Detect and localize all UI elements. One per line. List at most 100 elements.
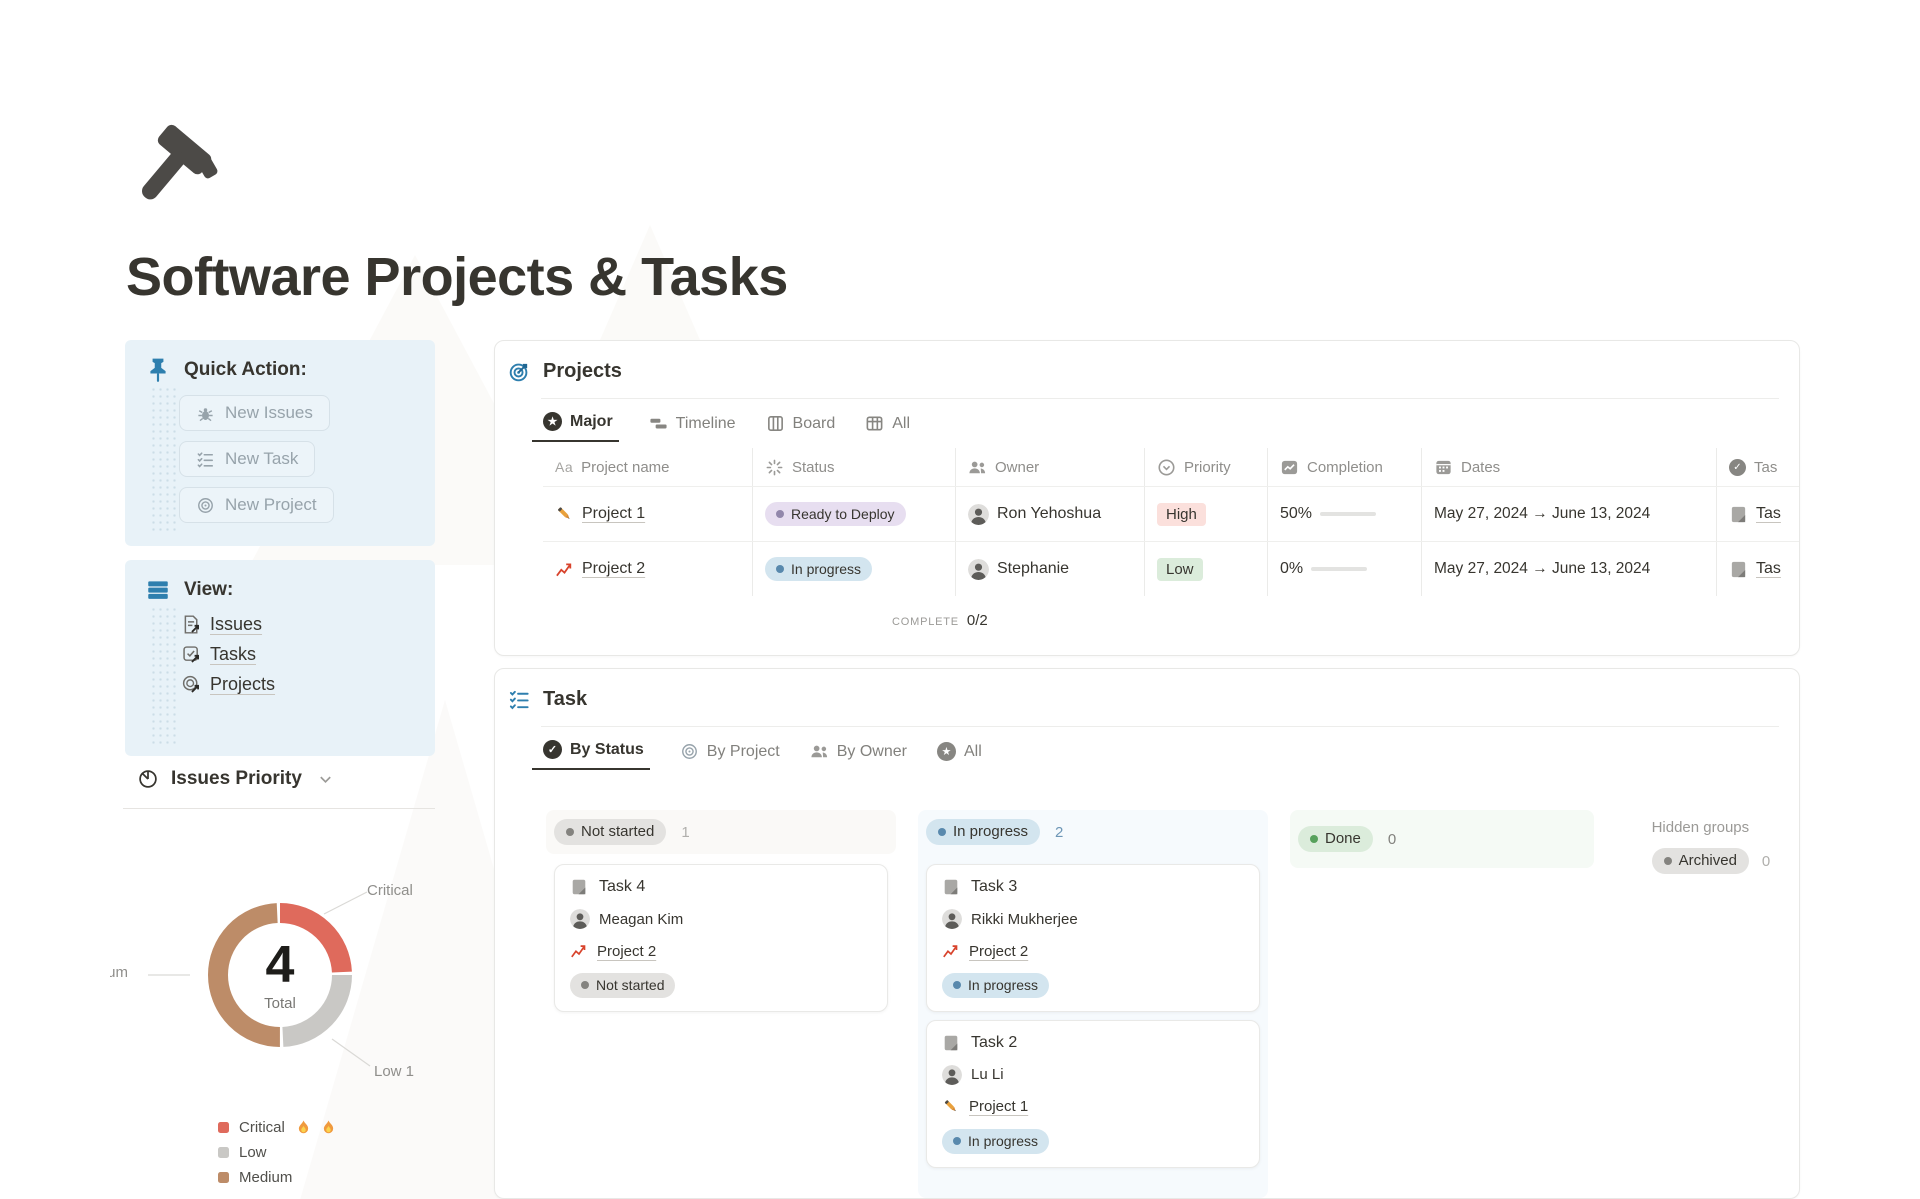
tab-by-project[interactable]: By Project xyxy=(680,742,780,770)
completion-cell: 0% xyxy=(1268,542,1422,596)
page-icon xyxy=(942,878,960,896)
project-name-cell[interactable]: Project 2 xyxy=(543,542,753,596)
status-badge: In progress xyxy=(942,973,1049,998)
divider xyxy=(541,726,1779,727)
chevron-down-icon[interactable] xyxy=(318,772,333,787)
tab-by-status[interactable]: ✓ By Status xyxy=(532,740,650,770)
progress-bar xyxy=(1320,512,1376,516)
task-link[interactable]: Tas xyxy=(1756,505,1781,523)
status-badge: Not started xyxy=(570,973,675,998)
sidebar-link-tasks[interactable]: Tasks xyxy=(181,644,256,665)
avatar xyxy=(968,559,989,580)
tab-all[interactable]: ★ All xyxy=(937,742,982,770)
sidebar-link-issues[interactable]: Issues xyxy=(181,614,262,635)
new-issues-button[interactable]: New Issues xyxy=(179,395,330,431)
pie-chart-icon xyxy=(137,768,159,790)
hammer-icon[interactable] xyxy=(124,118,220,214)
task-view-tabs: ✓ By Status By Project By Owner ★ All xyxy=(543,740,1779,770)
task-owner: Meagan Kim xyxy=(599,911,683,928)
projects-view-tabs: ★ Major Timeline Board All xyxy=(543,412,1779,442)
table-icon xyxy=(865,414,884,433)
owner-cell: Ron Yehoshua xyxy=(956,487,1145,541)
tasks-cell[interactable]: Tas xyxy=(1717,542,1800,596)
tab-board-label: Board xyxy=(793,415,836,433)
task-title: Task 4 xyxy=(599,878,645,896)
priority-cell: Low xyxy=(1145,542,1268,596)
group-badge[interactable]: Not started xyxy=(554,819,666,845)
new-issues-label: New Issues xyxy=(225,403,313,423)
dates-cell[interactable]: May 27, 2024 → June 13, 2024 xyxy=(1422,487,1717,541)
avatar xyxy=(942,1065,962,1085)
issues-priority-toggle[interactable]: Issues Priority xyxy=(137,768,333,790)
status-cell: Ready to Deploy xyxy=(753,487,956,541)
task-card-task3[interactable]: Task 3 Rikki Mukherjee Project 2 In prog… xyxy=(926,864,1260,1012)
tab-by-owner-label: By Owner xyxy=(837,743,907,761)
group-header-done[interactable]: Done 0 xyxy=(1290,810,1594,868)
new-task-button[interactable]: New Task xyxy=(179,441,315,477)
project-name-cell[interactable]: Project 1 xyxy=(543,487,753,541)
rollup-chart-icon xyxy=(1280,458,1299,477)
dates-cell[interactable]: May 27, 2024 → June 13, 2024 xyxy=(1422,542,1717,596)
task-project-link[interactable]: Project 2 xyxy=(597,943,656,960)
column-header-completion[interactable]: Completion xyxy=(1268,448,1422,486)
status-badge: In progress xyxy=(765,557,872,582)
fire-icon xyxy=(297,1120,310,1135)
tab-by-owner[interactable]: By Owner xyxy=(810,742,907,770)
owner-name: Stephanie xyxy=(997,560,1069,578)
priority-badge: Low xyxy=(1157,558,1203,581)
tasks-cell[interactable]: Tas xyxy=(1717,487,1800,541)
view-heading: View: xyxy=(184,579,233,601)
bug-icon xyxy=(196,404,215,423)
date-range: May 27, 2024 → June 13, 2024 xyxy=(1434,560,1650,578)
group-header-in-progress[interactable]: In progress 2 xyxy=(918,810,1268,854)
target-icon xyxy=(680,742,699,761)
complete-label: COMPLETE xyxy=(892,616,959,628)
tab-major[interactable]: ★ Major xyxy=(532,412,619,442)
check-circle-icon: ✓ xyxy=(1729,459,1746,476)
task-project-link[interactable]: Project 2 xyxy=(969,943,1028,960)
calendar-icon xyxy=(1434,458,1453,477)
timeline-icon xyxy=(649,414,668,433)
task-card-task2[interactable]: Task 2 Lu Li Project 1 In progress xyxy=(926,1020,1260,1168)
task-project-link[interactable]: Project 1 xyxy=(969,1098,1028,1115)
sidebar-link-projects[interactable]: Projects xyxy=(181,674,275,695)
callout-low: Low 1 xyxy=(374,1063,414,1080)
task-owner: Lu Li xyxy=(971,1066,1004,1083)
task-link[interactable]: Tas xyxy=(1756,560,1781,578)
group-header-not-started[interactable]: Not started 1 xyxy=(546,810,896,854)
callout-medium: Medium xyxy=(110,964,130,986)
table-footer-aggregate[interactable]: COMPLETE 0/2 xyxy=(892,612,1800,629)
task-section-title: Task xyxy=(543,688,587,711)
column-header-tasks[interactable]: ✓ Tas xyxy=(1717,448,1800,486)
status-badge: Ready to Deploy xyxy=(765,502,906,527)
column-header-dates[interactable]: Dates xyxy=(1422,448,1717,486)
column-header-project-name[interactable]: Aa Project name xyxy=(543,448,753,486)
completion-value: 50% xyxy=(1280,505,1312,523)
priority-cell: High xyxy=(1145,487,1268,541)
group-badge[interactable]: In progress xyxy=(926,819,1040,845)
group-badge[interactable]: Done xyxy=(1298,826,1373,852)
table-row: Project 1 Ready to Deploy Ron Yehoshua H… xyxy=(543,486,1800,541)
chart-legend: Critical Low Medium xyxy=(218,1119,335,1186)
task-owner: Rikki Mukherjee xyxy=(971,911,1078,928)
tab-timeline[interactable]: Timeline xyxy=(649,414,736,442)
archived-group-badge[interactable]: Archived xyxy=(1652,848,1749,874)
page-icon xyxy=(1729,560,1748,579)
column-header-status[interactable]: Status xyxy=(753,448,956,486)
column-header-priority[interactable]: Priority xyxy=(1145,448,1268,486)
page-icon xyxy=(570,878,588,896)
target-arrow-icon xyxy=(181,674,202,695)
new-project-button[interactable]: New Project xyxy=(179,487,334,523)
quick-action-callout: Quick Action: New Issues New Task New Pr… xyxy=(125,340,435,546)
task-card-task4[interactable]: Task 4 Meagan Kim Project 2 Not started xyxy=(554,864,888,1012)
column-header-owner[interactable]: Owner xyxy=(956,448,1145,486)
project-link[interactable]: Project 2 xyxy=(582,560,645,578)
legend-item-low: Low xyxy=(218,1144,335,1161)
tab-board[interactable]: Board xyxy=(766,414,836,442)
divider xyxy=(123,808,435,809)
project-link[interactable]: Project 1 xyxy=(582,505,645,523)
tab-all[interactable]: All xyxy=(865,414,910,442)
writing-hand-icon xyxy=(942,1098,960,1116)
checklist-icon xyxy=(508,688,531,711)
status-badge: In progress xyxy=(942,1129,1049,1154)
